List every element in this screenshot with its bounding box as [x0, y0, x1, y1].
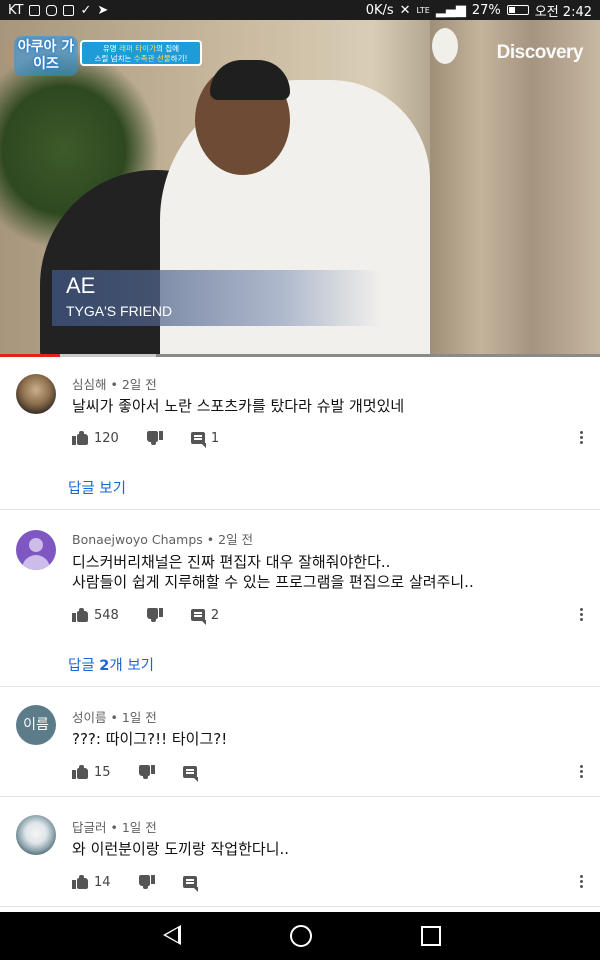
comment-author[interactable]: Bonaejwoyo Champs	[72, 532, 203, 547]
comment-list: 심심해 • 2일 전 날씨가 좋아서 노란 스포츠카를 탔다라 슈발 개멋있네 …	[0, 358, 600, 907]
video-player[interactable]: 아쿠아 가이즈 유명 래퍼 타이가의 집에 스릴 넘치는 수족관 선물하기! D…	[0, 20, 600, 356]
caption-subtitle: TYGA'S FRIEND	[66, 303, 173, 319]
status-bar: KT ✓ ➤ 0K/s ✕ LTE ▂▄▆ 27% 오전 2:42	[0, 0, 600, 20]
clock: 오전 2:42	[534, 4, 592, 20]
thumbs-up-icon	[72, 608, 88, 622]
like-count: 120	[94, 430, 119, 446]
home-icon[interactable]	[290, 925, 312, 947]
show-banner: 유명 래퍼 타이가의 집에 스릴 넘치는 수족관 선물하기!	[80, 40, 202, 66]
comment-actions: 14	[72, 873, 225, 892]
comment-age: 2일 전	[218, 532, 254, 547]
thumbs-up-icon	[72, 431, 88, 445]
caption-name: AE	[66, 273, 96, 298]
comment-icon	[182, 766, 198, 782]
battery-icon	[506, 5, 529, 15]
comment-icon	[190, 432, 206, 448]
reply-button[interactable]	[182, 766, 198, 782]
thumbs-up-icon	[72, 875, 88, 889]
comment-icon	[182, 876, 198, 892]
dislike-button[interactable]	[146, 608, 163, 622]
network-speed: 0K/s	[365, 2, 394, 18]
comment-text: ???: 따이그?!! 타이그?!	[72, 730, 228, 748]
show-logo: 아쿠아 가이즈	[14, 36, 78, 76]
more-options-icon[interactable]	[580, 875, 584, 889]
view-replies-link[interactable]: 답글 2개 보기	[68, 654, 154, 675]
avatar[interactable]	[16, 530, 56, 570]
comment-text: 와 이런분이랑 도끼랑 작업한다니..	[72, 840, 290, 858]
like-button[interactable]: 15	[72, 765, 111, 780]
comment-age: 2일 전	[121, 377, 157, 392]
thumbs-down-icon	[146, 431, 163, 445]
comment-actions: 120 1	[72, 429, 247, 448]
comment-item: 심심해 • 2일 전 날씨가 좋아서 노란 스포츠카를 탔다라 슈발 개멋있네 …	[0, 358, 600, 510]
more-options-icon[interactable]	[580, 608, 584, 622]
comment-age: 1일 전	[121, 820, 157, 835]
comment-author[interactable]: 성이름	[72, 710, 107, 725]
comment-meta: 성이름 • 1일 전	[72, 710, 157, 725]
thumbs-down-icon	[138, 765, 155, 779]
progress-played	[0, 354, 60, 357]
back-icon[interactable]	[163, 925, 181, 945]
comment-author[interactable]: 심심해	[72, 377, 107, 392]
thumbs-up-icon	[72, 765, 88, 779]
gallery-icon	[63, 4, 75, 16]
like-count: 548	[94, 607, 119, 623]
mute-icon: ✕	[399, 2, 411, 18]
reply-count: 1	[210, 430, 220, 446]
comment-author[interactable]: 답글러	[72, 820, 107, 835]
comment-icon	[190, 609, 206, 625]
like-button[interactable]: 14	[72, 875, 111, 890]
comment-meta: 심심해 • 2일 전	[72, 377, 157, 392]
avatar[interactable]: 이름	[16, 705, 56, 745]
comment-item: Bonaejwoyo Champs • 2일 전 디스커버리채널은 진짜 편집자…	[0, 510, 600, 687]
download-check-icon: ✓	[80, 2, 92, 18]
thumbs-down-icon	[146, 608, 163, 622]
comment-item: 이름 성이름 • 1일 전 ???: 따이그?!! 타이그?! 15	[0, 687, 600, 797]
more-options-icon[interactable]	[580, 431, 584, 445]
recent-apps-icon[interactable]	[421, 926, 441, 946]
comment-actions: 548 2	[72, 606, 247, 625]
video-frame-light	[432, 28, 458, 64]
video-progress-bar[interactable]	[0, 354, 600, 357]
more-options-icon[interactable]	[580, 765, 584, 779]
notification-icon	[29, 4, 41, 16]
dislike-button[interactable]	[138, 875, 155, 889]
comment-item: 답글러 • 1일 전 와 이런분이랑 도끼랑 작업한다니.. 14	[0, 797, 600, 907]
like-count: 14	[94, 874, 111, 890]
like-button[interactable]: 548	[72, 608, 119, 623]
instagram-icon	[46, 4, 58, 16]
avatar[interactable]	[16, 374, 56, 414]
thumbs-down-icon	[138, 875, 155, 889]
comment-age: 1일 전	[121, 710, 157, 725]
like-count: 15	[94, 764, 111, 780]
carrier-label: KT	[8, 2, 24, 18]
channel-watermark: Discovery	[496, 42, 584, 63]
comment-meta: 답글러 • 1일 전	[72, 820, 157, 835]
reply-button[interactable]: 1	[190, 430, 220, 448]
network-type: LTE	[416, 5, 430, 15]
dislike-button[interactable]	[146, 431, 163, 445]
reply-count: 2	[210, 607, 220, 623]
like-button[interactable]: 120	[72, 431, 119, 446]
dislike-button[interactable]	[138, 765, 155, 779]
comment-text: 날씨가 좋아서 노란 스포츠카를 탔다라 슈발 개멋있네	[72, 397, 405, 415]
battery-percent: 27%	[471, 2, 501, 18]
reply-button[interactable]: 2	[190, 607, 220, 625]
system-nav-bar	[0, 912, 600, 960]
view-replies-link[interactable]: 답글 보기	[68, 477, 126, 498]
comment-actions: 15	[72, 763, 225, 782]
comment-meta: Bonaejwoyo Champs • 2일 전	[72, 532, 254, 547]
avatar[interactable]	[16, 815, 56, 855]
send-icon: ➤	[97, 2, 109, 18]
video-frame-door	[430, 20, 600, 356]
signal-icon: ▂▄▆	[435, 2, 466, 18]
reply-button[interactable]	[182, 876, 198, 892]
comment-text: 디스커버리채널은 진짜 편집자 대우 잘해줘야한다.. 사람들이 쉽게 지루해할…	[72, 553, 474, 591]
